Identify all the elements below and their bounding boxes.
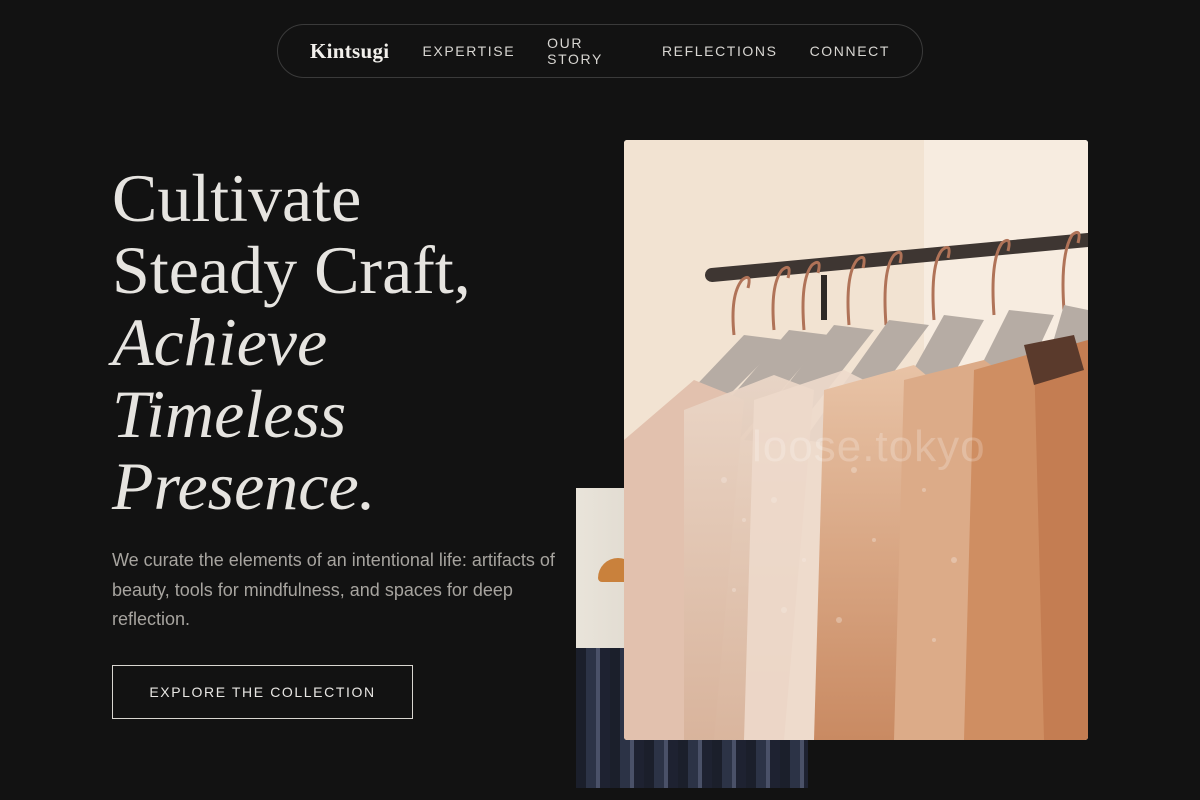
top-navigation: Kintsugi EXPERTISE OUR STORY REFLECTIONS… — [277, 24, 923, 78]
headline-line-3: Achieve — [112, 304, 328, 380]
nav-link-our-story[interactable]: OUR STORY — [547, 35, 630, 67]
brand-logo[interactable]: Kintsugi — [310, 39, 389, 64]
explore-collection-button[interactable]: EXPLORE THE COLLECTION — [112, 665, 413, 719]
image-watermark: loose.tokyo — [752, 422, 986, 471]
headline-line-5: Presence. — [112, 448, 376, 524]
headline-line-4: Timeless — [112, 376, 347, 452]
nav-link-connect[interactable]: CONNECT — [810, 43, 890, 59]
headline-line-2: Steady Craft, — [112, 232, 471, 308]
hero-description: We curate the elements of an intentional… — [112, 550, 555, 629]
clothing-rack-image: loose.tokyo — [624, 140, 1088, 740]
nav-link-reflections[interactable]: REFLECTIONS — [662, 43, 778, 59]
nav-link-expertise[interactable]: EXPERTISE — [422, 43, 515, 59]
headline-line-1: Cultivate — [112, 160, 362, 236]
hero-headline: Cultivate Steady Craft, Achieve Timeless… — [112, 162, 592, 522]
